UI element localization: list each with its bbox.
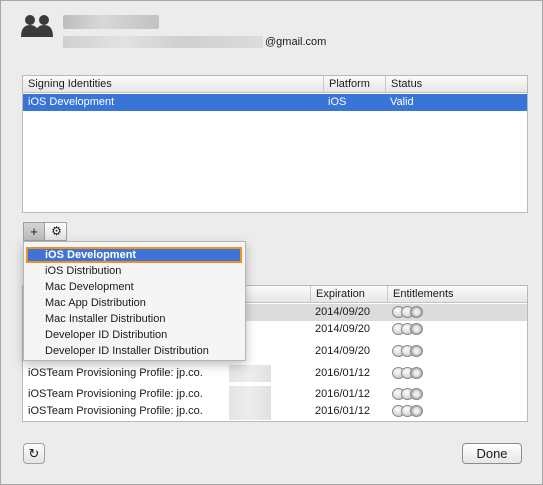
profile-expiration: 2016/01/12	[315, 405, 371, 417]
menu-item-ios-distribution[interactable]: iOS Distribution	[24, 263, 245, 279]
profile-expiration: 2014/09/20	[315, 345, 371, 357]
identity-name: iOS Development	[28, 96, 115, 108]
name-redaction	[229, 403, 271, 420]
column-header-status[interactable]: Status	[385, 76, 529, 93]
entitlements-icon	[387, 365, 487, 382]
account-email-suffix: @gmail.com	[265, 36, 327, 48]
entitlements-icon	[387, 321, 487, 338]
profile-name: iOSTeam Provisioning Profile: jp.co.	[28, 367, 203, 379]
profile-expiration: 2014/09/20	[315, 306, 371, 318]
column-header-platform[interactable]: Platform	[323, 76, 385, 93]
entitlements-icon	[387, 403, 487, 420]
identity-platform: iOS	[328, 96, 347, 108]
gear-icon[interactable]: ⚙	[46, 223, 67, 240]
add-certificate-menu: iOS Development iOS Distribution Mac Dev…	[23, 241, 246, 361]
table-row[interactable]: iOS Development iOS Valid	[23, 94, 527, 111]
table-header: Signing Identities Platform Status	[23, 76, 527, 93]
account-header: @gmail.com	[21, 13, 521, 53]
accounts-detail-sheet: @gmail.com Signing Identities Platform S…	[0, 0, 543, 485]
table-row[interactable]: iOSTeam Provisioning Profile: jp.co. 201…	[23, 386, 527, 403]
name-redaction	[229, 386, 271, 403]
email-redaction	[63, 36, 263, 49]
signing-identities-table[interactable]: Signing Identities Platform Status iOS D…	[22, 75, 528, 213]
menu-item-developer-id-distribution[interactable]: Developer ID Distribution	[24, 327, 245, 343]
table-row[interactable]: iOSTeam Provisioning Profile: jp.co. 201…	[23, 403, 527, 420]
entitlements-icon	[387, 343, 487, 360]
done-button[interactable]: Done	[462, 443, 522, 464]
account-email: @gmail.com	[63, 35, 326, 49]
identity-status: Valid	[390, 96, 414, 108]
column-header-signing-identities[interactable]: Signing Identities	[23, 76, 323, 93]
menu-item-ios-development[interactable]: iOS Development	[26, 247, 242, 263]
entitlements-icon	[387, 304, 487, 321]
profile-expiration: 2016/01/12	[315, 388, 371, 400]
profile-name: iOSTeam Provisioning Profile: jp.co.	[28, 388, 203, 400]
refresh-icon[interactable]: ↻	[23, 443, 45, 464]
menu-item-mac-development[interactable]: Mac Development	[24, 279, 245, 295]
menu-item-developer-id-installer-distribution[interactable]: Developer ID Installer Distribution	[24, 343, 245, 359]
column-header-expiration[interactable]: Expiration	[310, 286, 387, 303]
menu-item-mac-installer-distribution[interactable]: Mac Installer Distribution	[24, 311, 245, 327]
add-button[interactable]: +	[24, 223, 45, 240]
entitlements-icon	[387, 386, 487, 403]
identity-controls: + ⚙	[23, 222, 67, 241]
menu-item-mac-app-distribution[interactable]: Mac App Distribution	[24, 295, 245, 311]
table-row[interactable]: iOSTeam Provisioning Profile: jp.co. 201…	[23, 365, 527, 382]
user-group-icon	[21, 15, 53, 37]
account-name-redacted	[63, 15, 159, 29]
column-header-entitlements[interactable]: Entitlements	[387, 286, 529, 303]
profile-expiration: 2016/01/12	[315, 367, 371, 379]
name-redaction	[229, 365, 271, 382]
profile-name: iOSTeam Provisioning Profile: jp.co.	[28, 405, 203, 417]
profile-expiration: 2014/09/20	[315, 323, 371, 335]
